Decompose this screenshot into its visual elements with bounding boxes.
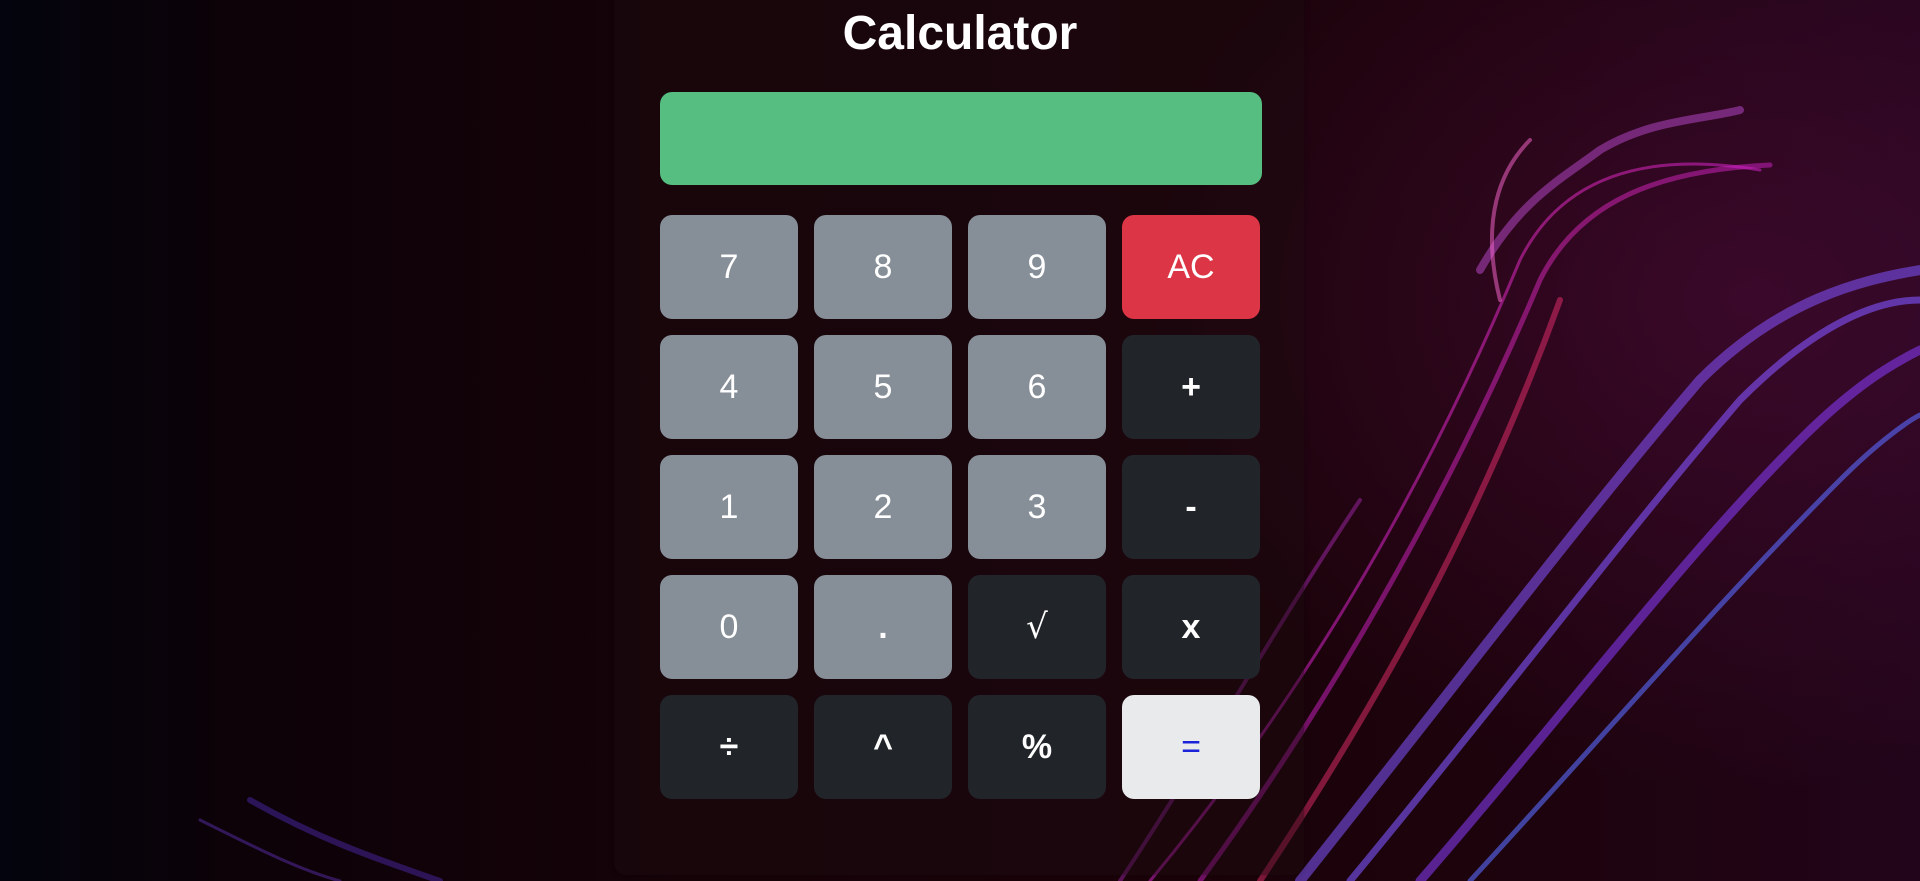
page-title: Calculator [842, 7, 1078, 60]
key-0[interactable]: 0 [660, 575, 798, 679]
keypad: 7 8 9 AC 4 5 6 + 1 2 3 - 0 . √ x ÷ ^ % = [660, 215, 1260, 799]
decimal-button[interactable]: . [814, 575, 952, 679]
square-root-button[interactable]: √ [968, 575, 1106, 679]
divide-button[interactable]: ÷ [660, 695, 798, 799]
power-button[interactable]: ^ [814, 695, 952, 799]
calculator-display[interactable] [660, 92, 1262, 185]
key-9[interactable]: 9 [968, 215, 1106, 319]
clear-button[interactable]: AC [1122, 215, 1260, 319]
subtract-button[interactable]: - [1122, 455, 1260, 559]
multiply-button[interactable]: x [1122, 575, 1260, 679]
key-7[interactable]: 7 [660, 215, 798, 319]
percent-button[interactable]: % [968, 695, 1106, 799]
key-1[interactable]: 1 [660, 455, 798, 559]
key-5[interactable]: 5 [814, 335, 952, 439]
add-button[interactable]: + [1122, 335, 1260, 439]
key-2[interactable]: 2 [814, 455, 952, 559]
key-4[interactable]: 4 [660, 335, 798, 439]
key-3[interactable]: 3 [968, 455, 1106, 559]
key-8[interactable]: 8 [814, 215, 952, 319]
key-6[interactable]: 6 [968, 335, 1106, 439]
equals-button[interactable]: = [1122, 695, 1260, 799]
